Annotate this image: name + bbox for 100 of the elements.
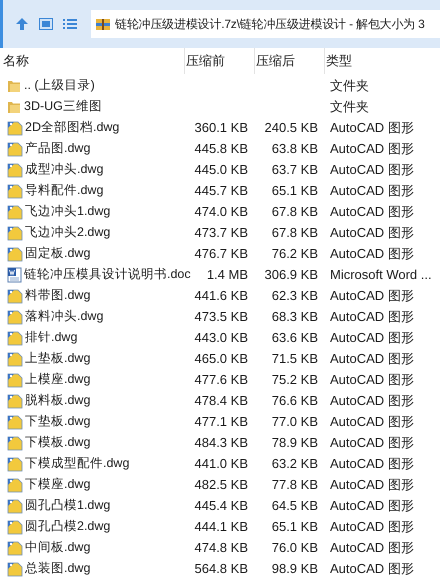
address-bar[interactable]: 链轮冲压级进模设计.7z\链轮冲压级进模设计 - 解包大小为 3: [91, 10, 440, 38]
file-name[interactable]: 下模成型配件.dwg: [25, 454, 130, 473]
drawing-file-icon: [7, 350, 23, 366]
packed-size: 68.3 KB: [272, 308, 318, 324]
file-name[interactable]: 上模座.dwg: [25, 370, 90, 389]
address-path: 链轮冲压级进模设计.7z\链轮冲压级进模设计 - 解包大小为 3: [115, 16, 425, 33]
drawing-file-icon: [7, 414, 23, 430]
file-name[interactable]: 3D-UG三维图: [24, 97, 102, 116]
file-type: AutoCAD 图形: [330, 162, 414, 177]
up-arrow-icon[interactable]: [15, 17, 29, 31]
column-header[interactable]: 压缩前: [186, 51, 225, 71]
word-document-icon: [7, 266, 22, 282]
file-type: AutoCAD 图形: [330, 350, 414, 366]
packed-size: 98.9 KB: [272, 560, 318, 576]
column-header[interactable]: 名称: [3, 51, 29, 71]
packed-size: 76.2 KB: [272, 246, 318, 261]
file-size: 477.1 KB: [194, 414, 248, 429]
packed-size: 67.8 KB: [272, 224, 318, 240]
file-name[interactable]: 导料配件.dwg: [25, 181, 104, 200]
packed-size: 62.3 KB: [272, 288, 318, 303]
column-header[interactable]: 压缩后: [256, 51, 295, 71]
drawing-file-icon: [7, 182, 23, 198]
packed-size: 71.5 KB: [272, 350, 318, 366]
packed-size: 63.7 KB: [272, 162, 318, 177]
file-name[interactable]: 固定板.dwg: [25, 244, 90, 263]
packed-size: 65.1 KB: [272, 518, 318, 534]
archive-icon: [95, 16, 111, 32]
file-type: AutoCAD 图形: [330, 204, 414, 219]
packed-size: 240.5 KB: [264, 120, 318, 135]
file-name[interactable]: 总装图.dwg: [25, 559, 90, 578]
file-size: 476.7 KB: [194, 246, 248, 261]
file-name[interactable]: 中间板.dwg: [25, 538, 90, 557]
file-size: 482.5 KB: [194, 476, 248, 492]
file-name[interactable]: 飞边冲头1.dwg: [25, 202, 110, 221]
file-size: 441.0 KB: [194, 456, 248, 471]
file-size: 465.0 KB: [194, 350, 248, 366]
file-name[interactable]: 上垫板.dwg: [25, 349, 90, 368]
file-size: 484.3 KB: [194, 434, 248, 450]
file-name[interactable]: 飞边冲头2.dwg: [25, 223, 110, 242]
file-name[interactable]: 圆孔凸模2.dwg: [25, 517, 110, 536]
file-size: 474.8 KB: [194, 540, 248, 555]
file-size: 474.0 KB: [194, 204, 248, 219]
packed-size: 63.8 KB: [272, 140, 318, 156]
file-type: Microsoft Word ...: [330, 266, 432, 282]
file-type: AutoCAD 图形: [330, 392, 414, 408]
file-type: AutoCAD 图形: [330, 288, 414, 303]
drawing-file-icon: [7, 224, 23, 240]
packed-size: 77.0 KB: [272, 414, 318, 429]
file-name[interactable]: 脱料板.dwg: [25, 391, 90, 410]
packed-size: 76.6 KB: [272, 392, 318, 408]
drawing-file-icon: [7, 140, 23, 156]
packed-size: 63.2 KB: [272, 456, 318, 471]
drawing-file-icon: [7, 120, 23, 136]
file-type: AutoCAD 图形: [330, 120, 414, 135]
file-name[interactable]: 落料冲头.dwg: [25, 307, 104, 326]
drawing-file-icon: [7, 540, 23, 556]
file-name[interactable]: 排针.dwg: [25, 328, 78, 347]
file-name[interactable]: 下模座.dwg: [25, 475, 90, 494]
drawing-file-icon: [7, 392, 23, 408]
packed-size: 76.0 KB: [272, 540, 318, 555]
file-size: 445.0 KB: [194, 162, 248, 177]
file-type: AutoCAD 图形: [330, 182, 414, 198]
drawing-file-icon: [7, 476, 23, 492]
file-name[interactable]: 2D全部图档.dwg: [25, 118, 120, 137]
drawing-file-icon: [7, 498, 23, 514]
file-size: 564.8 KB: [194, 560, 248, 576]
file-name[interactable]: 下垫板.dwg: [25, 412, 90, 431]
file-size: 473.7 KB: [194, 224, 248, 240]
file-type: AutoCAD 图形: [330, 560, 414, 576]
file-name[interactable]: 链轮冲压模具设计说明书.doc: [24, 265, 191, 284]
drawing-file-icon: [7, 518, 23, 534]
file-name[interactable]: 圆孔凸模1.dwg: [25, 496, 110, 515]
file-name[interactable]: 料带图.dwg: [25, 286, 90, 305]
file-name[interactable]: .. (上级目录): [24, 76, 95, 95]
file-type: AutoCAD 图形: [330, 498, 414, 513]
file-type: AutoCAD 图形: [330, 540, 414, 555]
file-type: AutoCAD 图形: [330, 140, 414, 156]
file-name[interactable]: 成型冲头.dwg: [25, 160, 104, 179]
file-type: AutoCAD 图形: [330, 518, 414, 534]
drawing-file-icon: [7, 560, 23, 576]
file-size: 441.6 KB: [194, 288, 248, 303]
packed-size: 65.1 KB: [272, 182, 318, 198]
drawing-file-icon: [7, 308, 23, 324]
file-size: 473.5 KB: [194, 308, 248, 324]
file-name[interactable]: 下模板.dwg: [25, 433, 90, 452]
panel-view-icon[interactable]: [39, 18, 53, 30]
file-name[interactable]: 产品图.dwg: [25, 139, 90, 158]
file-type: AutoCAD 图形: [330, 372, 414, 387]
packed-size: 64.5 KB: [272, 498, 318, 513]
file-type: AutoCAD 图形: [330, 246, 414, 261]
file-size: 443.0 KB: [194, 330, 248, 345]
drawing-file-icon: [7, 456, 23, 472]
list-view-icon[interactable]: [63, 18, 77, 30]
file-type: AutoCAD 图形: [330, 330, 414, 345]
file-type: AutoCAD 图形: [330, 414, 414, 429]
packed-size: 77.8 KB: [272, 476, 318, 492]
packed-size: 63.6 KB: [272, 330, 318, 345]
folder-icon: [7, 99, 22, 114]
drawing-file-icon: [7, 204, 23, 220]
column-header[interactable]: 类型: [326, 51, 352, 71]
